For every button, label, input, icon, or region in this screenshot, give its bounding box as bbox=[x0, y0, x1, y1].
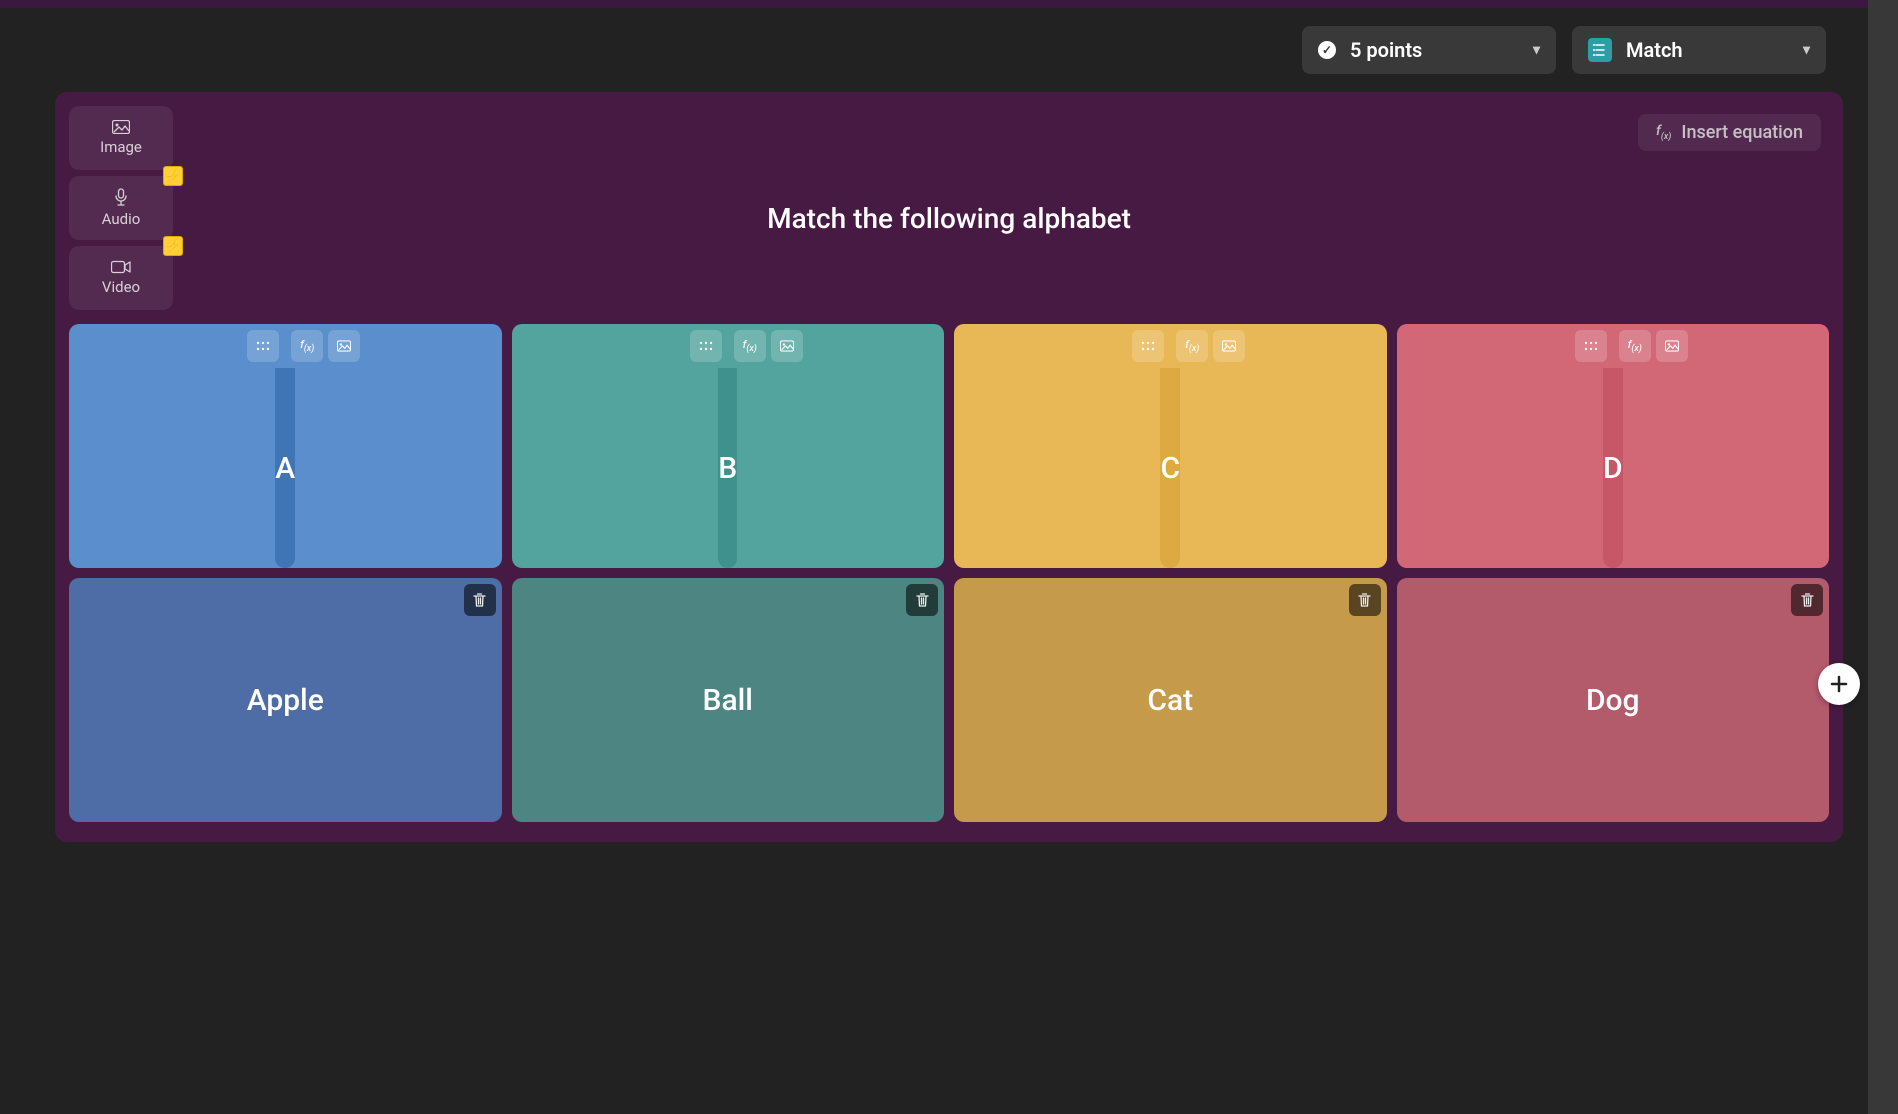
answer-text: Apple bbox=[247, 683, 324, 718]
match-cards-grid: f(x) A Apple f(x) B Ball f(x) C Cat f(x) D Dog bbox=[69, 324, 1829, 822]
add-option-button[interactable] bbox=[1818, 663, 1860, 705]
question-editor: Image Audio ⚡ Video ⚡ f(x) Insert equati… bbox=[55, 92, 1843, 842]
equation-tool-icon[interactable]: f(x) bbox=[734, 330, 766, 362]
video-label: Video bbox=[102, 278, 140, 296]
match-column: f(x) A Apple bbox=[69, 324, 502, 822]
match-icon bbox=[1588, 38, 1612, 62]
prompt-card[interactable]: f(x) C bbox=[954, 324, 1387, 568]
insert-equation-button[interactable]: f(x) Insert equation bbox=[1638, 114, 1821, 151]
delete-button[interactable] bbox=[906, 584, 938, 616]
check-circle-icon: ✓ bbox=[1318, 41, 1336, 59]
insert-equation-label: Insert equation bbox=[1681, 122, 1803, 143]
answer-text: Ball bbox=[703, 683, 753, 718]
function-icon: f(x) bbox=[1656, 123, 1671, 142]
audio-label: Audio bbox=[102, 210, 141, 228]
delete-button[interactable] bbox=[464, 584, 496, 616]
drag-handle-icon[interactable] bbox=[690, 330, 722, 362]
points-dropdown[interactable]: ✓ 5 points ▾ bbox=[1302, 26, 1556, 74]
match-column: f(x) D Dog bbox=[1397, 324, 1830, 822]
chevron-down-icon: ▾ bbox=[1493, 42, 1540, 58]
add-audio-button[interactable]: Audio ⚡ bbox=[69, 176, 173, 240]
image-tool-icon[interactable] bbox=[771, 330, 803, 362]
equation-tool-icon[interactable]: f(x) bbox=[291, 330, 323, 362]
chevron-down-icon: ▾ bbox=[1763, 42, 1810, 58]
add-video-button[interactable]: Video ⚡ bbox=[69, 246, 173, 310]
match-column: f(x) B Ball bbox=[512, 324, 945, 822]
image-tool-icon[interactable] bbox=[1656, 330, 1688, 362]
right-panel-edge bbox=[1868, 0, 1898, 1114]
add-image-button[interactable]: Image bbox=[69, 106, 173, 170]
video-icon bbox=[111, 260, 131, 274]
question-type-dropdown[interactable]: Match ▾ bbox=[1572, 26, 1826, 74]
answer-card[interactable]: Cat bbox=[954, 578, 1387, 822]
microphone-icon bbox=[114, 188, 128, 206]
prompt-text: A bbox=[275, 451, 295, 486]
equation-tool-icon[interactable]: f(x) bbox=[1619, 330, 1651, 362]
image-tool-icon[interactable] bbox=[1213, 330, 1245, 362]
delete-button[interactable] bbox=[1791, 584, 1823, 616]
prompt-text: D bbox=[1603, 451, 1623, 486]
media-buttons: Image Audio ⚡ Video ⚡ bbox=[69, 106, 173, 310]
answer-text: Cat bbox=[1147, 683, 1193, 718]
prompt-card[interactable]: f(x) B bbox=[512, 324, 945, 568]
image-tool-icon[interactable] bbox=[328, 330, 360, 362]
image-label: Image bbox=[100, 138, 142, 156]
answer-card[interactable]: Apple bbox=[69, 578, 502, 822]
drag-handle-icon[interactable] bbox=[1132, 330, 1164, 362]
prompt-text: B bbox=[718, 451, 737, 486]
bolt-icon: ⚡ bbox=[163, 236, 183, 256]
points-label: 5 points bbox=[1350, 38, 1422, 62]
answer-card[interactable]: Dog bbox=[1397, 578, 1830, 822]
answer-card[interactable]: Ball bbox=[512, 578, 945, 822]
app-top-strip bbox=[0, 0, 1898, 8]
bolt-icon: ⚡ bbox=[163, 166, 183, 186]
delete-button[interactable] bbox=[1349, 584, 1381, 616]
drag-handle-icon[interactable] bbox=[247, 330, 279, 362]
question-text[interactable]: Match the following alphabet bbox=[55, 202, 1843, 235]
prompt-card[interactable]: f(x) A bbox=[69, 324, 502, 568]
answer-text: Dog bbox=[1586, 683, 1640, 718]
drag-handle-icon[interactable] bbox=[1575, 330, 1607, 362]
image-icon bbox=[112, 120, 130, 134]
prompt-card[interactable]: f(x) D bbox=[1397, 324, 1830, 568]
prompt-text: C bbox=[1160, 451, 1180, 486]
match-column: f(x) C Cat bbox=[954, 324, 1387, 822]
equation-tool-icon[interactable]: f(x) bbox=[1176, 330, 1208, 362]
question-type-label: Match bbox=[1626, 38, 1683, 62]
question-toolbar: ✓ 5 points ▾ Match ▾ bbox=[0, 8, 1898, 92]
